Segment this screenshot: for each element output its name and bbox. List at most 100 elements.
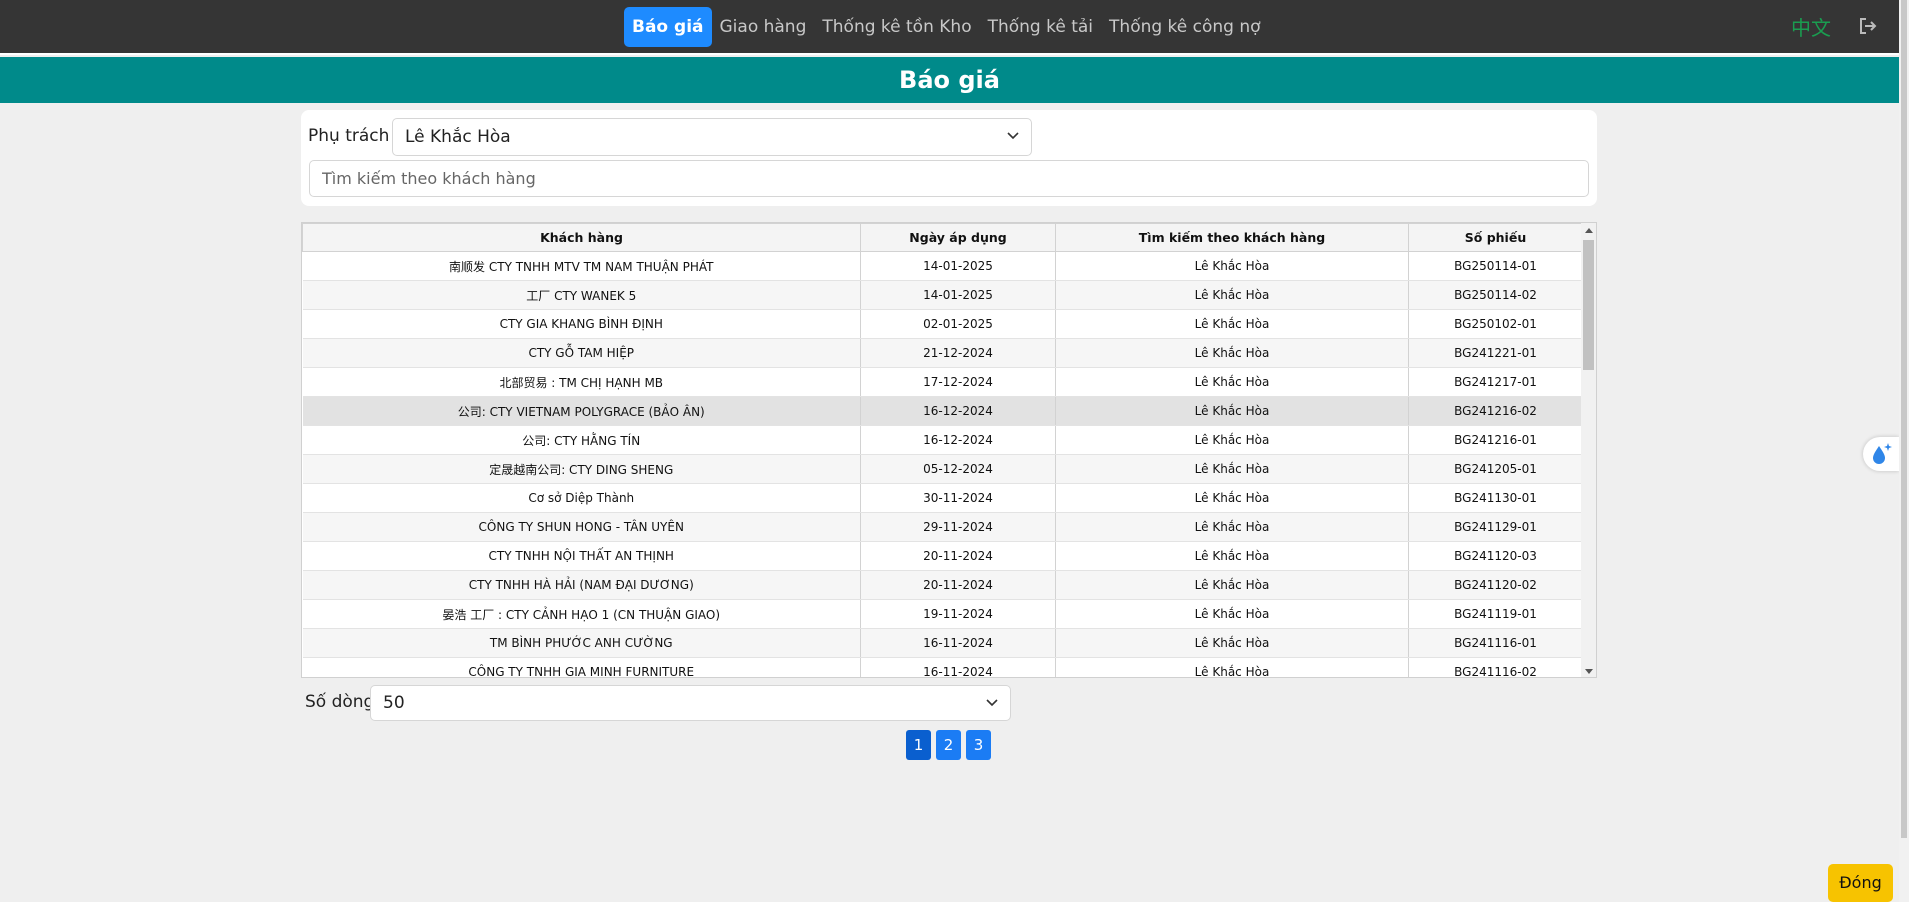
table-cell: Lê Khắc Hòa (1055, 599, 1409, 629)
table-cell: 14-01-2025 (860, 280, 1056, 310)
rows-per-page-label: Số dòng: (305, 692, 381, 712)
column-header-customer[interactable]: Khách hàng (302, 223, 861, 252)
assignee-select-value: Lê Khắc Hòa (405, 127, 511, 147)
table-row[interactable]: 南顺发 CTY TNHH MTV TM NAM THUẬN PHÁT 14-01-… (302, 251, 1583, 281)
customer-search-input[interactable] (309, 160, 1589, 197)
table-row[interactable]: 定晟越南公司: CTY DING SHENG 05-12-2024 Lê Khắc … (302, 454, 1583, 484)
logout-icon[interactable] (1858, 16, 1878, 36)
table-cell: 20-11-2024 (860, 541, 1056, 571)
table-cell: BG241120-03 (1408, 541, 1583, 571)
table-cell: 南顺发 CTY TNHH MTV TM NAM THUẬN PHÁT (302, 251, 861, 281)
table-cell: 公司: CTY VIETNAM POLYGRACE (BẢO ÂN) (302, 396, 861, 426)
rows-per-page-select[interactable]: 50 (370, 685, 1011, 721)
page-title: Báo giá (0, 57, 1899, 103)
nav-tabs: Báo giá Giao hàng Thống kê tồn Kho Thống… (624, 7, 1269, 47)
table-cell: Lê Khắc Hòa (1055, 628, 1409, 658)
table-cell: 16-11-2024 (860, 628, 1056, 658)
table-cell: CTY TNHH NỘI THẤT AN THỊNH (302, 541, 861, 571)
table-cell: 17-12-2024 (860, 367, 1056, 397)
tab-giao-hang[interactable]: Giao hàng (712, 7, 815, 47)
table-cell: Lê Khắc Hòa (1055, 512, 1409, 542)
table-row[interactable]: CÔNG TY TNHH GIA MINH FURNITURE 16-11-202… (302, 657, 1583, 677)
table-cell: BG241216-02 (1408, 396, 1583, 426)
table-cell: 29-11-2024 (860, 512, 1056, 542)
table-cell: BG241119-01 (1408, 599, 1583, 629)
tab-thong-ke-tai[interactable]: Thống kê tải (980, 7, 1101, 47)
table-cell: BG241116-01 (1408, 628, 1583, 658)
scroll-up-icon[interactable] (1585, 228, 1593, 233)
table-cell: 晏浩 工厂 : CTY CẢNH HẠO 1 (CN THUẬN GIAO) (302, 599, 861, 629)
chevron-down-icon (986, 699, 998, 707)
table-cell: 02-01-2025 (860, 309, 1056, 339)
tab-thong-ke-cong-no[interactable]: Thống kê công nợ (1101, 7, 1269, 47)
table-cell: Lê Khắc Hòa (1055, 280, 1409, 310)
floating-assistant-button[interactable] (1863, 437, 1899, 471)
table-cell: CÔNG TY SHUN HONG - TÂN UYÊN (302, 512, 861, 542)
table-row[interactable]: CTY GỖ TAM HIỆP 21-12-2024 Lê Khắc Hòa BG24… (302, 338, 1583, 368)
language-switch[interactable]: 中文 (1791, 12, 1831, 41)
column-header-date[interactable]: Ngày áp dụng (860, 223, 1056, 252)
table-cell: Lê Khắc Hòa (1055, 396, 1409, 426)
table-row[interactable]: 北部贸易 : TM CHỊ HẠNH MB 17-12-2024 Lê Khắc H… (302, 367, 1583, 397)
table-cell: 21-12-2024 (860, 338, 1056, 368)
table-cell: BG241217-01 (1408, 367, 1583, 397)
water-drop-sparkle-icon (1873, 443, 1892, 464)
table-cell: BG241205-01 (1408, 454, 1583, 484)
column-header-assignee[interactable]: Tìm kiếm theo khách hàng (1055, 223, 1409, 252)
table-header-row: Khách hàng Ngày áp dụng Tìm kiếm theo kh… (302, 223, 1583, 252)
table-row[interactable]: TM BÌNH PHƯỚC ANH CƯỜNG 16-11-2024 Lê Khắc… (302, 628, 1583, 658)
table-row[interactable]: 公司: CTY HẰNG TÍN 16-12-2024 Lê Khắc Hòa BG2… (302, 425, 1583, 455)
table-cell: BG241116-02 (1408, 657, 1583, 677)
column-header-number[interactable]: Số phiếu (1408, 223, 1583, 252)
assignee-label: Phụ trách (308, 126, 390, 146)
table-cell: Lê Khắc Hòa (1055, 541, 1409, 571)
page-scroll-thumb[interactable] (1901, 0, 1907, 838)
table-cell: 20-11-2024 (860, 570, 1056, 600)
pagination: 1 2 3 (906, 730, 991, 760)
chevron-down-icon (1007, 132, 1019, 140)
table-cell: Lê Khắc Hòa (1055, 338, 1409, 368)
table-body: 南顺发 CTY TNHH MTV TM NAM THUẬN PHÁT 14-01-… (302, 251, 1583, 677)
table-cell: Lê Khắc Hòa (1055, 570, 1409, 600)
table-cell: CTY GỖ TAM HIỆP (302, 338, 861, 368)
table-row[interactable]: 公司: CTY VIETNAM POLYGRACE (BẢO ÂN) 16-12-… (302, 396, 1583, 426)
page-button-2[interactable]: 2 (936, 730, 961, 760)
close-button[interactable]: Đóng (1828, 864, 1893, 902)
table-scrollbar[interactable] (1581, 223, 1596, 677)
tab-thong-ke-ton-kho[interactable]: Thống kê tồn Kho (814, 7, 979, 47)
table-cell: CÔNG TY TNHH GIA MINH FURNITURE (302, 657, 861, 677)
table-cell: 14-01-2025 (860, 251, 1056, 281)
table-cell: Lê Khắc Hòa (1055, 251, 1409, 281)
table-row[interactable]: CÔNG TY SHUN HONG - TÂN UYÊN 29-11-2024 Lê… (302, 512, 1583, 542)
rows-per-page-value: 50 (383, 693, 405, 713)
table-cell: 工厂 CTY WANEK 5 (302, 280, 861, 310)
page-button-3[interactable]: 3 (966, 730, 991, 760)
table-cell: 05-12-2024 (860, 454, 1056, 484)
table-row[interactable]: CTY TNHH NỘI THẤT AN THỊNH 20-11-2024 Lê K… (302, 541, 1583, 571)
table-row[interactable]: 晏浩 工厂 : CTY CẢNH HẠO 1 (CN THUẬN GIAO) 19… (302, 599, 1583, 629)
table-cell: CTY GIA KHANG BÌNH ĐỊNH (302, 309, 861, 339)
table-cell: BG250114-01 (1408, 251, 1583, 281)
tab-bao-gia[interactable]: Báo giá (624, 7, 712, 47)
table-cell: Lê Khắc Hòa (1055, 454, 1409, 484)
table-cell: CTY TNHH HÀ HẢI (NAM ĐẠI DƯƠNG) (302, 570, 861, 600)
assignee-select[interactable]: Lê Khắc Hòa (392, 118, 1032, 156)
table-cell: Cơ sở Diệp Thành (302, 483, 861, 513)
page-scrollbar[interactable] (1899, 0, 1909, 902)
table-cell: BG250102-01 (1408, 309, 1583, 339)
table-cell: 16-11-2024 (860, 657, 1056, 677)
table-row[interactable]: 工厂 CTY WANEK 5 14-01-2025 Lê Khắc Hòa BG250… (302, 280, 1583, 310)
table-row[interactable]: CTY GIA KHANG BÌNH ĐỊNH 02-01-2025 Lê Khắc… (302, 309, 1583, 339)
table-cell: 16-12-2024 (860, 425, 1056, 455)
scroll-down-icon[interactable] (1585, 669, 1593, 674)
table-cell: 16-12-2024 (860, 396, 1056, 426)
table-cell: BG250114-02 (1408, 280, 1583, 310)
table-cell: BG241129-01 (1408, 512, 1583, 542)
table-cell: Lê Khắc Hòa (1055, 309, 1409, 339)
table-cell: Lê Khắc Hòa (1055, 425, 1409, 455)
table-cell: 公司: CTY HẰNG TÍN (302, 425, 861, 455)
scroll-thumb[interactable] (1583, 240, 1594, 370)
page-button-1[interactable]: 1 (906, 730, 931, 760)
table-row[interactable]: Cơ sở Diệp Thành 30-11-2024 Lê Khắc Hòa BG2… (302, 483, 1583, 513)
table-row[interactable]: CTY TNHH HÀ HẢI (NAM ĐẠI DƯƠNG) 20-11-202… (302, 570, 1583, 600)
